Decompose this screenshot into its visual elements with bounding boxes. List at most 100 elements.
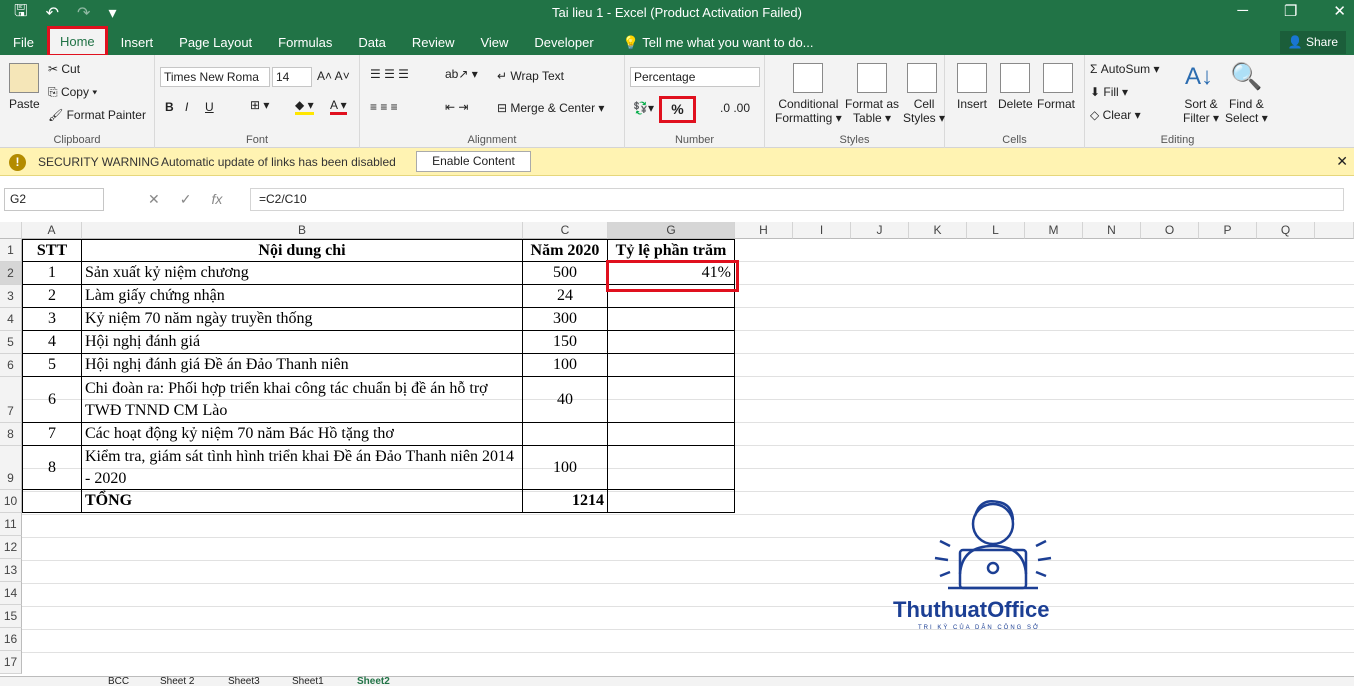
cell-value[interactable] [523,423,608,446]
tab-developer[interactable]: Developer [521,31,606,55]
column-header-h[interactable]: H [735,222,793,239]
row-header[interactable]: 12 [0,536,22,559]
copy-button[interactable]: ⎘ Copy ▾ [48,85,97,100]
cell-percent[interactable] [608,331,735,354]
header-stt[interactable]: STT [22,239,82,262]
number-format-select[interactable]: Percentage [630,67,760,87]
row-header[interactable]: 15 [0,605,22,628]
tab-insert[interactable]: Insert [108,31,167,55]
cell-value[interactable]: 150 [523,331,608,354]
header-nam-2020[interactable]: Năm 2020 [523,239,608,262]
format-as-table-icon[interactable] [857,63,887,93]
restore-icon[interactable]: ❐ [1284,2,1297,20]
clear-button[interactable]: ◇ Clear ▾ [1090,108,1141,122]
underline-button[interactable]: U [205,100,214,114]
tab-formulas[interactable]: Formulas [265,31,345,55]
cell-noi-dung[interactable]: Kiểm tra, giám sát tình hình triển khai … [82,446,523,490]
insert-cells-icon[interactable] [957,63,987,93]
column-header-i[interactable]: I [793,222,851,239]
delete-cells-button[interactable]: Delete [998,97,1033,111]
format-cells-button[interactable]: Format [1037,97,1075,111]
formula-input[interactable]: =C2/C10 [250,188,1344,211]
format-cells-icon[interactable] [1043,63,1073,93]
font-color-icon[interactable]: A ▾ [330,98,347,115]
row-header[interactable]: 3 [0,285,22,308]
find-select-button[interactable]: Find & Select ▾ [1225,97,1268,125]
cell-stt[interactable]: 6 [22,377,82,423]
format-as-table-button[interactable]: Format as Table ▾ [845,97,899,125]
autosum-button[interactable]: Σ AutoSum ▾ [1090,62,1159,76]
header-noi-dung[interactable]: Nội dung chi [82,239,523,262]
column-header-p[interactable]: P [1199,222,1257,239]
cell-stt[interactable]: 8 [22,446,82,490]
cell-total-label[interactable]: TỔNG [82,490,523,513]
wrap-text-button[interactable]: ↵ Wrap Text [497,69,564,83]
cell-empty[interactable] [22,490,82,513]
row-header[interactable]: 14 [0,582,22,605]
row-header[interactable]: 13 [0,559,22,582]
cell-stt[interactable]: 4 [22,331,82,354]
cell-empty[interactable] [608,490,735,513]
row-header[interactable]: 5 [0,331,22,354]
decimal-icon[interactable]: .0 .00 [720,101,750,115]
row-header[interactable]: 17 [0,651,22,674]
tab-view[interactable]: View [467,31,521,55]
cell-value[interactable]: 24 [523,285,608,308]
indent-icon[interactable]: ⇤ ⇥ [445,100,468,114]
cell-percent[interactable] [608,377,735,423]
cell-stt[interactable]: 3 [22,308,82,331]
close-warning-icon[interactable]: ✕ [1336,153,1348,170]
fill-color-icon[interactable]: ◆ ▾ [295,98,314,115]
cell-noi-dung[interactable]: Hội nghị đánh giá Đề án Đảo Thanh niên [82,354,523,377]
row-header[interactable]: 11 [0,513,22,536]
cell-value[interactable]: 500 [523,262,608,285]
column-header-o[interactable]: O [1141,222,1199,239]
cell-noi-dung[interactable]: Chi đoàn ra: Phối hợp triển khai công tá… [82,377,523,423]
cell-value[interactable]: 100 [523,354,608,377]
orientation-icon[interactable]: ab↗ ▾ [445,67,478,81]
enter-icon[interactable]: ✓ [180,188,192,211]
insert-cells-button[interactable]: Insert [957,97,987,111]
cell-percent[interactable] [608,308,735,331]
font-size-select[interactable]: 14 [272,67,312,87]
share-button[interactable]: 👤 Share [1279,31,1346,54]
cell-stt[interactable]: 2 [22,285,82,308]
tab-review[interactable]: Review [399,31,468,55]
percent-style-button[interactable]: % [659,96,696,123]
paste-icon[interactable] [9,63,39,93]
accounting-format-icon[interactable]: 💱▾ [633,101,654,115]
row-header[interactable]: 2 [0,262,22,285]
cell-percent[interactable] [608,423,735,446]
row-header[interactable]: 1 [0,239,22,262]
column-header-a[interactable]: A [22,222,82,239]
select-all-corner[interactable] [0,222,22,239]
cell-noi-dung[interactable]: Làm giấy chứng nhận [82,285,523,308]
cell-styles-button[interactable]: Cell Styles ▾ [903,97,945,125]
align-left-icon[interactable]: ≡ ≡ ≡ [370,100,398,114]
sort-filter-button[interactable]: Sort & Filter ▾ [1183,97,1219,125]
cell-noi-dung[interactable]: Hội nghị đánh giá [82,331,523,354]
cell-percent[interactable] [608,446,735,490]
minimize-icon[interactable]: ─ [1237,2,1248,20]
row-header[interactable]: 10 [0,490,22,513]
header-ty-le[interactable]: Tỷ lệ phần trăm [608,239,735,262]
borders-icon[interactable]: ⊞ ▾ [250,98,269,112]
cancel-icon[interactable]: ✕ [148,188,160,211]
font-name-select[interactable]: Times New Roma [160,67,270,87]
close-icon[interactable]: ✕ [1333,2,1346,20]
font-grow-shrink-icon[interactable]: A˄ A˅ [317,69,350,83]
sort-filter-icon[interactable]: A↓ [1185,63,1213,91]
column-header-g[interactable]: G [608,222,735,239]
cell-stt[interactable]: 5 [22,354,82,377]
italic-button[interactable]: I [185,100,188,114]
name-box[interactable]: G2 [4,188,104,211]
worksheet-grid[interactable]: A B C G H I J K L M N O P Q 1 2 3 4 5 6 … [0,222,1354,686]
cell-value[interactable]: 100 [523,446,608,490]
column-header-m[interactable]: M [1025,222,1083,239]
cell-stt[interactable]: 1 [22,262,82,285]
delete-cells-icon[interactable] [1000,63,1030,93]
column-header-l[interactable]: L [967,222,1025,239]
cell-noi-dung[interactable]: Kỷ niệm 70 năm ngày truyền thống [82,308,523,331]
cell-total-value[interactable]: 1214 [523,490,608,513]
format-painter-button[interactable]: 🖌 Format Painter [48,108,146,122]
